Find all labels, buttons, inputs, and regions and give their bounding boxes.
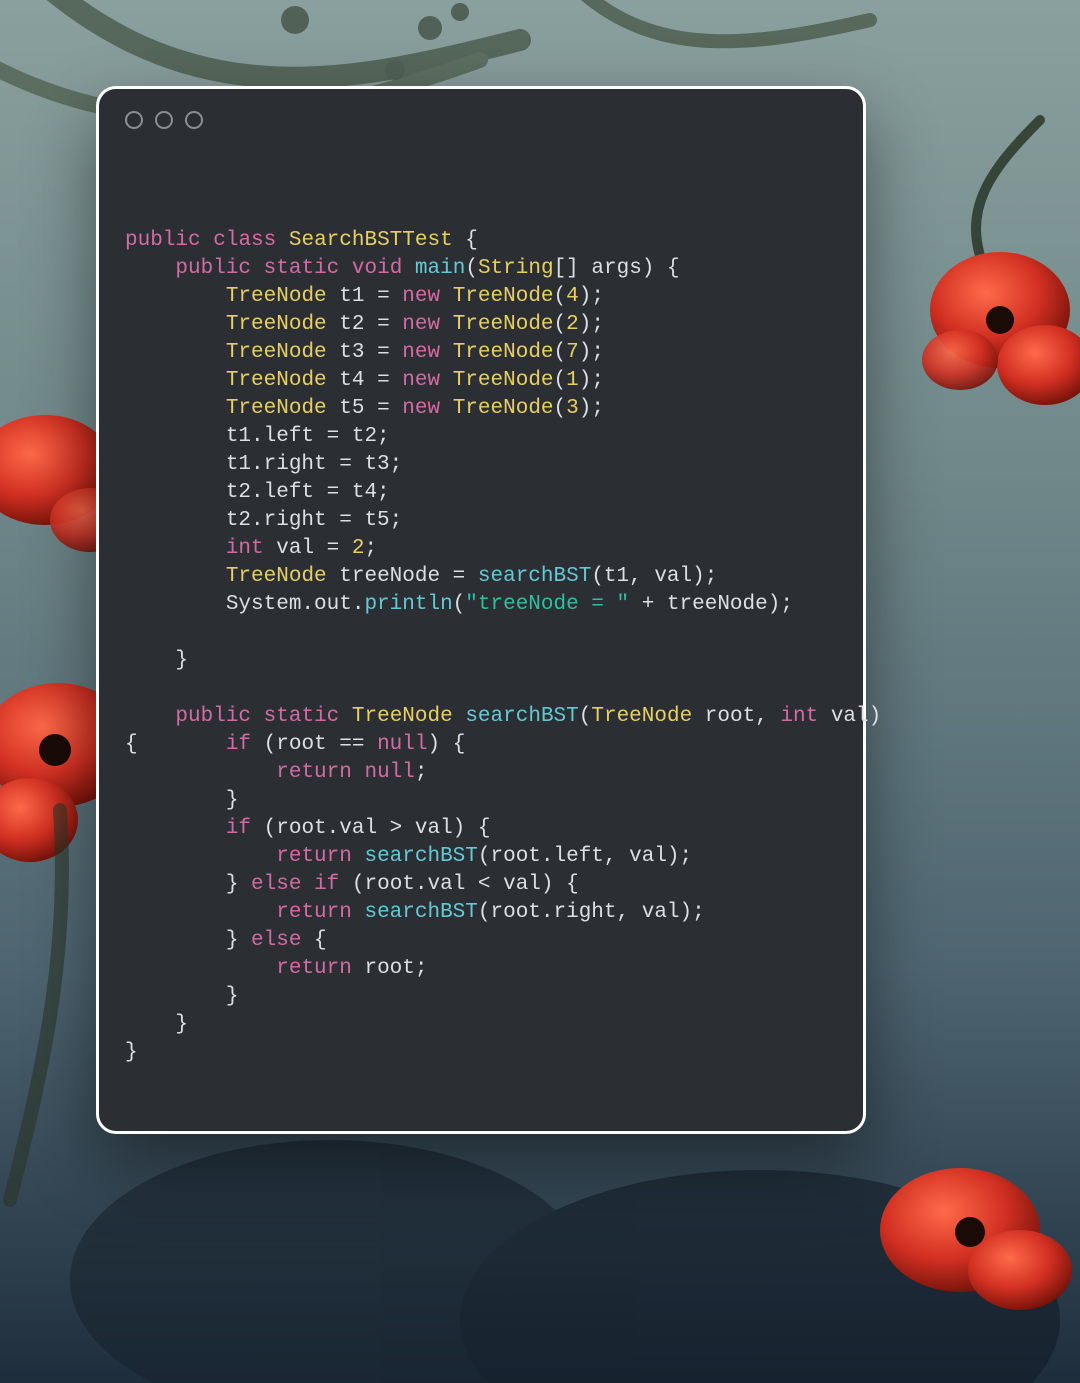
code-block[interactable]: public class SearchBSTTest { public stat… xyxy=(125,199,837,1067)
window-dot-2[interactable] xyxy=(155,111,173,129)
window-dot-3[interactable] xyxy=(185,111,203,129)
titlebar xyxy=(125,111,837,129)
code-window: public class SearchBSTTest { public stat… xyxy=(96,86,866,1134)
window-dot-1[interactable] xyxy=(125,111,143,129)
